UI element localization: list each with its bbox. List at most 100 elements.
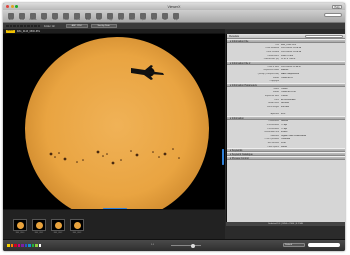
toolbar-label: Info [163,19,167,21]
toolbar-label: Back [8,19,14,21]
label-icon [63,12,69,19]
metadata-key: Aperture [270,112,279,115]
color-label-swatch[interactable] [21,244,24,247]
toolbar-button-label[interactable]: Label [62,12,70,21]
color-label-swatch[interactable] [10,244,13,247]
toolbar-label: Share [151,19,157,21]
sunspot [120,159,122,161]
toolbar-button-open[interactable]: Open [139,12,147,21]
filmstrip-thumbnail[interactable] [70,219,84,231]
filter-field[interactable]: ABC 1234 [65,24,88,28]
rate-icon [85,12,91,19]
toolbar-label: Label [63,19,69,21]
vertical-scrollbar[interactable] [222,149,224,165]
color-label-swatch[interactable] [31,244,34,247]
color-label-swatch[interactable] [35,244,38,247]
help-button[interactable]: Help [332,4,342,9]
toolbar-button-fwd[interactable]: Fwd [18,12,26,21]
toolbar-button-info[interactable]: Info [161,12,169,21]
metadata-key: Exposure time [265,94,279,97]
color-label-swatch[interactable] [6,24,9,28]
toolbar-button-refresh[interactable]: Refresh [29,12,37,21]
thumbnail-label: IMG_0141 [34,232,44,234]
filmstrip-thumbnail[interactable] [51,219,65,231]
toolbar-button-exp[interactable]: Exp [172,12,180,21]
window-title: ViewerX [167,4,181,9]
sun-transit-image [25,37,209,209]
sort-icon [52,12,58,19]
metadata-value: EF100-400mm [281,98,296,101]
color-label-swatch[interactable] [28,244,31,247]
metadata-search-field[interactable] [305,35,343,38]
metadata-value: 2012-06-05 22:08:37 [281,65,302,68]
toolbar-label: Exp [174,19,178,21]
thumbnail-size-slider[interactable] [171,245,201,246]
toolbar-label: Rotate [74,19,80,21]
color-label-swatch[interactable] [24,244,27,247]
toolbar-label: Filter [41,19,47,21]
color-label-swatch[interactable] [16,24,19,28]
toolbar-button-edit[interactable]: Edit [95,12,103,21]
color-label-swatch[interactable] [20,24,23,28]
sunspot [106,153,108,155]
metadata-key: Dimensions [267,54,279,57]
metadata-value: No flash [281,102,290,105]
metadata-value: 2012-06-05 11:08:38 [281,47,302,50]
metadata-value: 1/4000 [281,94,288,97]
sunspot [76,161,78,163]
toolbar-label: Delete [129,19,135,21]
metadata-key: Dimensions (in) [263,58,279,61]
color-label-swatch[interactable] [34,24,37,28]
toolbar-button-rate[interactable]: Rate [84,12,92,21]
color-label-swatch[interactable] [23,24,26,28]
delete-icon [129,12,135,19]
metadata-value: 11.52 x 7.68 in [281,58,296,61]
metadata-key: Resolution unit [264,131,279,134]
color-label-swatch[interactable] [27,24,30,28]
toolbar-button-move[interactable]: Move [117,12,125,21]
metadata-key: Quality (Compressed) [257,72,279,75]
sort-select[interactable]: Sort by Date [90,24,117,28]
metadata-key: Model [273,76,279,79]
metadata-value: Manual [281,69,289,72]
color-label-swatch[interactable] [13,24,16,28]
rotate-icon [74,12,80,19]
metadata-key: Color space [267,145,279,148]
toolbar-label: Edit [97,19,101,21]
image-viewer[interactable] [3,34,225,209]
color-label-swatch[interactable] [30,24,33,28]
metadata-key: Copyright [269,80,279,83]
metadata-value: Digital Photo Professional [281,134,307,137]
sunspot [163,152,167,156]
metadata-key: Date modified [265,47,280,50]
toolbar-button-share[interactable]: Share [150,12,158,21]
toolbar-search-field[interactable] [324,13,342,17]
active-badge[interactable]: Active [6,29,15,33]
color-label-swatch[interactable] [7,244,10,247]
filmstrip-thumbnail[interactable] [13,219,27,231]
color-label-swatch[interactable] [9,24,12,28]
workspace-select[interactable]: Default [283,243,305,247]
bottom-search-field[interactable] [308,243,340,247]
slider-knob[interactable] [191,243,195,248]
metadata-key: Date created [266,50,279,53]
toolbar-button-copy[interactable]: Copy [106,12,114,21]
toolbar-button-filter[interactable]: Filter [40,12,48,21]
metadata-key: Exposure mode [263,69,279,72]
metadata-section-header[interactable]: ▾ Preview Control [227,156,345,161]
sunspot [63,157,67,161]
toolbar-label: Sort [53,19,57,21]
color-label-swatch[interactable] [38,244,41,247]
sunspot [54,156,56,158]
toolbar-button-delete[interactable]: Delete [128,12,136,21]
filmstrip-thumbnail[interactable] [32,219,46,231]
color-label-swatch[interactable] [17,244,20,247]
toolbar-button-back[interactable]: Back [7,12,15,21]
metadata-value: Canon EOS [281,76,293,79]
toolbar-button-sort[interactable]: Sort [51,12,59,21]
color-label-swatch[interactable] [14,244,17,247]
toolbar-button-rotate[interactable]: Rotate [73,12,81,21]
toolbar: Back Fwd Refresh Filter Sort Label Rotate Rate E… [3,10,345,23]
refresh-icon [30,12,36,19]
color-label-swatch[interactable] [37,24,40,28]
